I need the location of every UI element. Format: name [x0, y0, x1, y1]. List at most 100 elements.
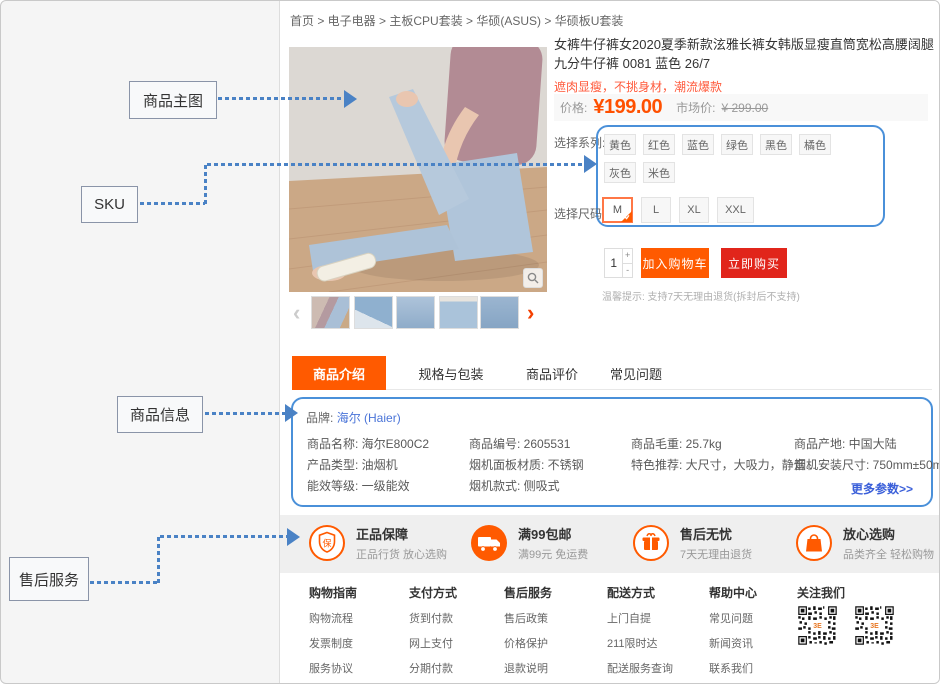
size-option-l[interactable]: L [641, 197, 671, 223]
arrow-sku-seg2 [204, 165, 207, 205]
footer-link[interactable]: 联系我们 [709, 660, 757, 676]
footer-link[interactable]: 网上支付 [409, 635, 457, 651]
series-option-gray[interactable]: 灰色 [604, 162, 636, 183]
qr-code-1 [797, 605, 838, 646]
footer-link[interactable]: 退款说明 [504, 660, 562, 676]
service-item: 满99包邮 满99元 免运费 [470, 524, 588, 562]
footer-link[interactable]: 发票制度 [309, 635, 357, 651]
magnifier-icon[interactable] [523, 268, 543, 288]
thumbnail-3[interactable] [396, 296, 435, 329]
price-band: 价格: ¥199.00 市场价: ¥ 299.00 [554, 94, 928, 121]
annotation-info: 商品信息 [117, 396, 203, 433]
field-label: 烟机安装尺寸: [794, 458, 873, 472]
price-value: ¥199.00 [593, 96, 662, 119]
brand-link[interactable]: 海尔 (Haier) [337, 411, 401, 425]
footer-link[interactable]: 新闻资讯 [709, 635, 757, 651]
field-value: 海尔E800C2 [362, 437, 429, 451]
gift-box-icon [632, 524, 670, 562]
field-value: 25.7kg [686, 437, 722, 451]
buy-now-button[interactable]: 立即购买 [721, 248, 787, 278]
promo-text: 遮肉显瘦，不挑身材，潮流爆款 [554, 78, 722, 95]
size-option-xl[interactable]: XL [679, 197, 709, 223]
footer-link[interactable]: 服务协议 [309, 660, 357, 676]
series-option-orange[interactable]: 橘色 [799, 134, 831, 155]
breadcrumb[interactable]: 首页 > 电子电器 > 主板CPU套装 > 华硕(ASUS) > 华硕板U套装 [290, 12, 623, 29]
footer-column-title: 购物指南 [309, 584, 357, 601]
more-params-link[interactable]: 更多参数>> [851, 480, 913, 497]
tab-product-intro[interactable]: 商品介绍 [292, 356, 386, 390]
quantity-value: 1 [605, 249, 622, 277]
add-to-cart-button[interactable]: 加入购物车 [641, 248, 709, 278]
size-option-xxl[interactable]: XXL [717, 197, 754, 223]
series-option-red[interactable]: 红色 [643, 134, 675, 155]
thumbnail-5[interactable] [480, 296, 519, 329]
arrowhead-main-image [344, 90, 357, 108]
field-value: 中国大陆 [849, 437, 897, 451]
footer-link[interactable]: 售后政策 [504, 610, 562, 626]
detail-tabbar: 商品介绍 规格与包装 商品评价 常见问题 [292, 356, 932, 390]
footer-link[interactable]: 211限时达 [607, 635, 684, 651]
thumbnail-2[interactable] [354, 296, 393, 329]
quantity-minus-icon[interactable]: - [623, 264, 632, 278]
footer-link[interactable]: 价格保护 [504, 635, 562, 651]
arrow-sku-seg1 [140, 202, 205, 205]
field-value: 一级能效 [362, 479, 410, 493]
size-label: 选择尺码: [554, 205, 605, 222]
thumbnail-1[interactable] [311, 296, 350, 329]
brand-row: 品牌: 海尔 (Haier) [306, 409, 401, 426]
product-title: 女裤牛仔裤女2020夏季新款泫雅长裤女韩版显瘦直筒宽松高腰阔腿九分牛仔裤 008… [554, 35, 940, 73]
series-option-blue[interactable]: 蓝色 [682, 134, 714, 155]
shield-badge-icon: 保 [308, 524, 346, 562]
series-option-black[interactable]: 黑色 [760, 134, 792, 155]
field-label: 烟机款式: [469, 479, 524, 493]
footer-column-payment: 支付方式 货到付款 网上支付 分期付款 银行转帐 [409, 584, 457, 684]
size-option-m[interactable]: M [602, 197, 633, 223]
field-value: 750mm±50mm（烟... [873, 458, 940, 472]
price-label: 价格: [560, 99, 587, 116]
prev-thumbnails-icon[interactable]: ‹ [293, 297, 300, 329]
series-option-yellow[interactable]: 黄色 [604, 134, 636, 155]
tab-reviews[interactable]: 商品评价 [514, 356, 590, 390]
arrow-sku-seg3 [207, 163, 584, 166]
next-thumbnails-icon[interactable]: › [527, 297, 534, 329]
service-desc: 品类齐全 轻松购物 [843, 546, 934, 562]
service-title: 正品保障 [356, 524, 447, 543]
footer-link[interactable]: 常见问题 [709, 610, 757, 626]
footer-column-title: 支付方式 [409, 584, 457, 601]
service-item: 放心选购 品类齐全 轻松购物 [795, 524, 934, 562]
tab-spec-packaging[interactable]: 规格与包装 [396, 356, 506, 390]
svg-text:保: 保 [322, 538, 331, 549]
product-page-panel: 首页 > 电子电器 > 主板CPU套装 > 华硕(ASUS) > 华硕板U套装 [279, 1, 940, 684]
product-main-image[interactable] [289, 47, 547, 292]
quantity-plus-icon[interactable]: + [623, 249, 632, 264]
footer-column-after-sales: 售后服务 售后政策 价格保护 退款说明 返修/退换货 取消订单 [504, 584, 562, 684]
truck-icon [470, 524, 508, 562]
quantity-stepper[interactable]: 1 + - [604, 248, 633, 278]
market-price-value: ¥ 299.00 [721, 101, 768, 115]
field-label: 商品名称: [307, 437, 362, 451]
service-item: 保 正品保障 正品行货 放心选购 [308, 524, 447, 562]
footer-column-title: 售后服务 [504, 584, 562, 601]
footer-column-help-center: 帮助中心 常见问题 新闻资讯 联系我们 [709, 584, 757, 676]
footer-link[interactable]: 分期付款 [409, 660, 457, 676]
footer-column-shopping-guide: 购物指南 购物流程 发票制度 服务协议 会员优惠 [309, 584, 357, 684]
service-item: 售后无忧 7天无理由退货 [632, 524, 752, 562]
footer-column-title: 关注我们 [797, 584, 845, 601]
series-option-green[interactable]: 绿色 [721, 134, 753, 155]
tab-faq[interactable]: 常见问题 [598, 356, 674, 390]
field-value: 2605531 [524, 437, 571, 451]
service-desc: 正品行货 放心选购 [356, 546, 447, 562]
footer-link[interactable]: 上门自提 [607, 610, 684, 626]
market-price-label: 市场价: [676, 99, 715, 116]
service-desc: 7天无理由退货 [680, 546, 752, 562]
field-label: 商品编号: [469, 437, 524, 451]
arrow-service-seg3 [160, 535, 287, 538]
footer-link[interactable]: 配送服务查询 [607, 660, 684, 676]
service-desc: 满99元 免运费 [518, 546, 588, 562]
thumbnail-4[interactable] [439, 296, 478, 329]
series-option-beige[interactable]: 米色 [643, 162, 675, 183]
field-label: 产品类型: [307, 458, 362, 472]
footer-link[interactable]: 购物流程 [309, 610, 357, 626]
field-value: 油烟机 [362, 458, 398, 472]
footer-link[interactable]: 货到付款 [409, 610, 457, 626]
